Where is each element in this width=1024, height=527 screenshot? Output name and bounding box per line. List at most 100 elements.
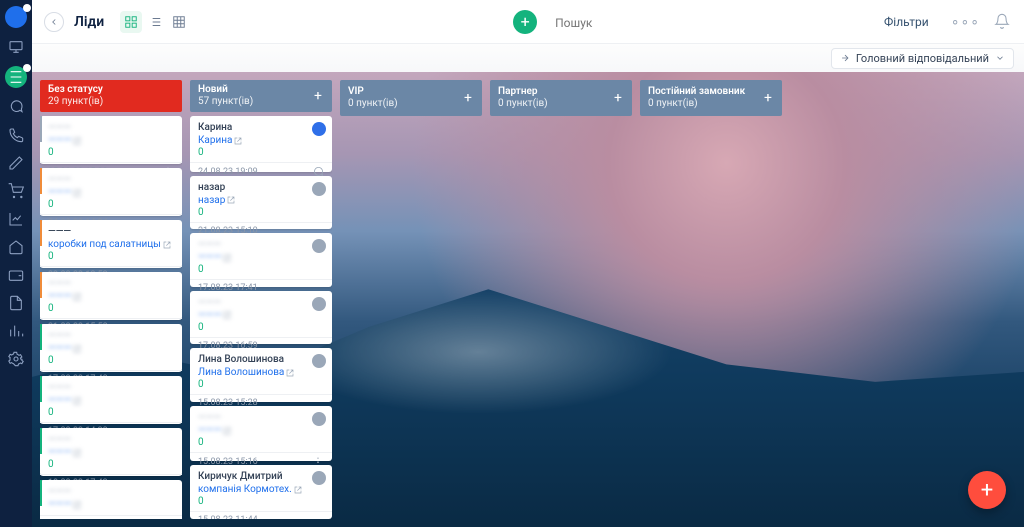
column-nostat: Без статусу29 пункт(ів) —————— 025.08.23 … — [40, 80, 182, 519]
lead-card[interactable]: Лина ВолошиноваЛина Волошинова 015.08.23… — [190, 348, 332, 402]
fab-add-button[interactable]: + — [968, 471, 1006, 509]
rail-file-icon[interactable] — [7, 294, 25, 312]
lead-card[interactable]: —————— 03.08.23 15:18 — [40, 480, 182, 519]
lead-card[interactable]: ———коробки под салатницы 023.08.23 10:53 — [40, 220, 182, 268]
column-count: 0 пункт(ів) — [348, 98, 474, 110]
card-link[interactable]: компанія Кормотех. — [198, 484, 302, 495]
card-accent — [40, 220, 42, 246]
card-name: ——— — [48, 226, 174, 237]
card-link[interactable]: ——— — [48, 499, 81, 510]
rail-phone-icon[interactable] — [7, 126, 25, 144]
lead-card[interactable]: —————— 017.08.23 17:41 — [190, 233, 332, 287]
rail-leads-icon[interactable] — [5, 66, 27, 88]
rail-graph-icon[interactable] — [7, 322, 25, 340]
column-count: 29 пункт(ів) — [48, 96, 174, 108]
card-name: ——— — [48, 174, 174, 185]
card-link[interactable]: ——— — [198, 425, 231, 436]
card-name: ——— — [48, 434, 174, 445]
card-amount: 0 — [48, 251, 174, 262]
card-link[interactable]: ——— — [48, 291, 81, 302]
card-amount: 0 — [48, 303, 174, 314]
card-name: ——— — [48, 382, 174, 393]
column-header[interactable]: Постійний замовник0 пункт(ів)+ — [640, 80, 782, 116]
card-amount: 0 — [48, 407, 174, 418]
card-name: Карина — [198, 122, 324, 133]
card-link[interactable]: ——— — [48, 395, 81, 406]
card-name: ——— — [48, 486, 174, 497]
rail-cart-icon[interactable] — [7, 182, 25, 200]
column-add-icon[interactable]: + — [760, 90, 776, 106]
card-link[interactable]: ——— — [198, 310, 231, 321]
card-footer: 15.08.23 11:44 — [190, 511, 332, 519]
lead-card[interactable]: —————— 017.08.23 14:30 — [40, 376, 182, 424]
responsible-label: Головний відповідальний — [856, 52, 989, 65]
card-link[interactable]: коробки под салатницы — [48, 239, 171, 250]
rail-monitor-icon[interactable] — [7, 38, 25, 56]
card-link[interactable]: ——— — [48, 447, 81, 458]
lead-card[interactable]: Киричук Дмитрийкомпанія Кормотех. 015.08… — [190, 465, 332, 519]
responsible-dropdown[interactable]: Головний відповідальний — [831, 48, 1014, 69]
rail-avatar[interactable] — [5, 6, 27, 28]
column-header[interactable]: VIP0 пункт(ів)+ — [340, 80, 482, 116]
card-amount: 0 — [198, 147, 324, 158]
rail-chat-icon[interactable] — [7, 98, 25, 116]
card-link[interactable]: Карина — [198, 135, 242, 146]
column-add-icon[interactable]: + — [610, 90, 626, 106]
card-link[interactable]: ——— — [198, 252, 231, 263]
rail-home-icon[interactable] — [7, 238, 25, 256]
card-accent — [40, 116, 42, 142]
card-link[interactable]: ——— — [48, 187, 81, 198]
card-name: ——— — [198, 239, 324, 250]
card-amount: 0 — [198, 496, 324, 507]
rail-wallet-icon[interactable] — [7, 266, 25, 284]
page-title: Ліди — [74, 14, 104, 30]
filters-button[interactable]: Фільтри — [876, 11, 937, 33]
card-link[interactable]: Лина Волошинова — [198, 367, 294, 378]
card-name: ——— — [48, 330, 174, 341]
board-area: Без статусу29 пункт(ів) —————— 025.08.23 … — [32, 72, 1024, 527]
rail-settings-icon[interactable] — [7, 350, 25, 368]
lead-card[interactable]: —————— 017.08.23 17:40 — [40, 324, 182, 372]
card-link[interactable]: ——— — [48, 343, 81, 354]
view-kanban-icon[interactable] — [120, 11, 142, 33]
column-header[interactable]: Без статусу29 пункт(ів) — [40, 80, 182, 112]
lead-card[interactable]: —————— 021.08.23 15:50 — [40, 272, 182, 320]
card-amount: 0 — [198, 437, 324, 448]
rail-chart-icon[interactable] — [7, 210, 25, 228]
column-header[interactable]: Партнер0 пункт(ів)+ — [490, 80, 632, 116]
column-vip: VIP0 пункт(ів)+ — [340, 80, 482, 519]
card-link[interactable]: назар — [198, 195, 235, 206]
card-name: Лина Волошинова — [198, 354, 324, 365]
card-accent — [40, 324, 42, 350]
card-status-badge — [312, 471, 326, 485]
lead-card[interactable]: —————— 017.08.23 16:59 — [190, 291, 332, 345]
card-amount: 0 — [48, 459, 174, 470]
card-name: назар — [198, 182, 324, 193]
chevron-down-icon — [995, 53, 1005, 63]
notifications-icon[interactable] — [994, 13, 1012, 31]
card-link[interactable]: ——— — [48, 135, 81, 146]
card-accent — [40, 168, 42, 194]
main: Ліди + Фільтри ∘∘∘ Головний відповідальн… — [32, 0, 1024, 527]
topbar: Ліди + Фільтри ∘∘∘ — [32, 0, 1024, 44]
search-input[interactable] — [555, 16, 858, 30]
add-button[interactable]: + — [513, 10, 537, 34]
column-title: Новий — [198, 84, 324, 96]
card-name: ——— — [48, 278, 174, 289]
column-header[interactable]: Новий57 пункт(ів)+ — [190, 80, 332, 112]
lead-card[interactable]: —————— 015.08.23 15:16⋮ — [190, 406, 332, 461]
card-amount: 0 — [198, 264, 324, 275]
lead-card[interactable]: назарназар 021.08.23 15:10 — [190, 176, 332, 230]
lead-card[interactable]: КаринаКарина 024.08.23 19:09 — [190, 116, 332, 171]
view-list-icon[interactable] — [144, 11, 166, 33]
subbar: Головний відповідальний — [32, 44, 1024, 72]
rail-edit-icon[interactable] — [7, 154, 25, 172]
view-table-icon[interactable] — [168, 11, 190, 33]
lead-card[interactable]: —————— 018.08.23 17:43 — [40, 428, 182, 476]
lead-card[interactable]: —————— 025.08.23 15:23⋮ — [40, 116, 182, 164]
back-button[interactable] — [44, 12, 64, 32]
lead-card[interactable]: —————— 024.08.23 14:34 — [40, 168, 182, 216]
column-add-icon[interactable]: + — [310, 88, 326, 104]
more-menu-icon[interactable]: ∘∘∘ — [947, 14, 984, 30]
column-add-icon[interactable]: + — [460, 90, 476, 106]
